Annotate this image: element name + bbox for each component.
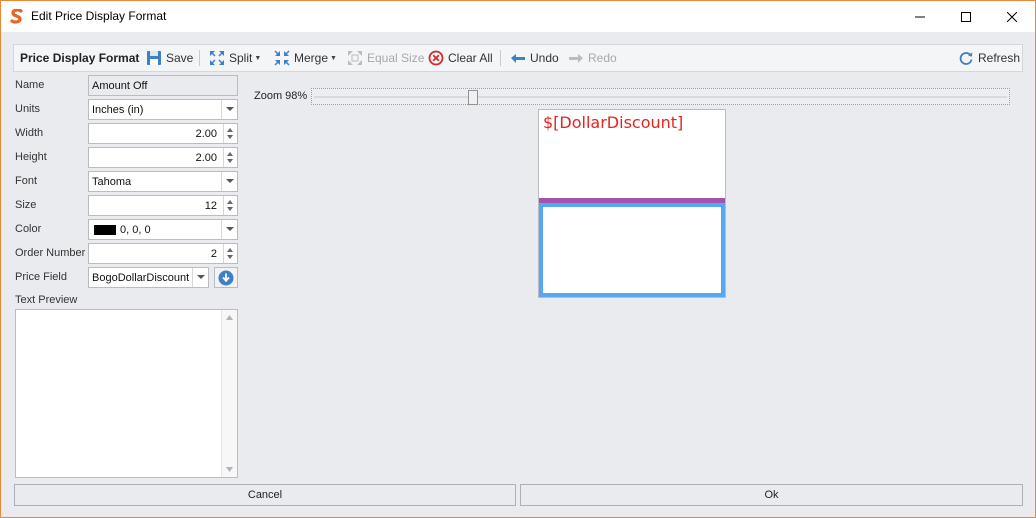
chevron-down-icon[interactable] (221, 220, 237, 239)
title-bar: Edit Price Display Format (1, 1, 1035, 32)
name-label: Name (15, 79, 45, 91)
design-canvas[interactable]: $[DollarDiscount] (538, 109, 726, 298)
close-icon (1007, 11, 1017, 22)
color-picker[interactable]: 0, 0, 0 (88, 219, 238, 240)
refresh-button[interactable]: Refresh (958, 45, 1020, 71)
text-preview-scrollbar[interactable] (221, 310, 237, 477)
split-caret-icon: ▼ (254, 54, 262, 62)
toolbar-separator (500, 50, 501, 66)
save-button[interactable]: Save (146, 45, 193, 71)
refresh-label: Refresh (978, 51, 1021, 65)
font-label: Font (15, 175, 38, 187)
text-preview-area[interactable] (15, 309, 238, 478)
maximize-icon (961, 11, 971, 22)
order-number-label: Order Number (15, 247, 86, 259)
chevron-down-icon[interactable] (221, 100, 237, 119)
price-field-value: BogoDollarDiscount (92, 272, 190, 284)
zoom-slider-thumb[interactable] (468, 90, 478, 105)
refresh-icon (959, 52, 973, 65)
canvas-selected-section[interactable] (539, 203, 725, 297)
merge-caret-icon: ▼ (330, 54, 337, 62)
merge-button[interactable]: Merge ▼ (274, 45, 337, 71)
split-icon (210, 51, 224, 65)
price-field-label: Price Field (15, 271, 67, 283)
units-value: Inches (in) (92, 104, 144, 116)
ok-button[interactable]: Ok (520, 484, 1023, 506)
save-label: Save (166, 51, 194, 65)
split-label: Split (229, 51, 253, 65)
spin-arrows-icon[interactable] (223, 148, 237, 167)
order-number-value: 2 (210, 248, 217, 260)
minimize-icon (915, 16, 925, 17)
font-dropdown[interactable]: Tahoma (88, 171, 238, 192)
toolbar-title: Price Display Format (20, 51, 140, 65)
redo-label: Redo (588, 51, 617, 65)
minimize-button[interactable] (897, 1, 943, 32)
text-preview-label: Text Preview (15, 294, 78, 306)
merge-label: Merge (294, 51, 329, 65)
clear-all-label: Clear All (448, 51, 493, 65)
size-value: 12 (204, 200, 217, 212)
chevron-down-icon[interactable] (192, 268, 208, 287)
name-field[interactable]: Amount Off (88, 75, 238, 96)
clear-all-icon (428, 50, 444, 66)
width-label: Width (15, 127, 44, 139)
split-button[interactable]: Split ▼ (209, 45, 261, 71)
size-stepper[interactable]: 12 (88, 195, 238, 216)
height-stepper[interactable]: 2.00 (88, 147, 238, 168)
zoom-label: Zoom 98% (254, 90, 308, 102)
height-label: Height (15, 151, 47, 163)
zoom-slider[interactable] (311, 88, 1010, 105)
height-value: 2.00 (195, 152, 217, 164)
cancel-button[interactable]: Cancel (14, 484, 516, 506)
redo-icon (569, 54, 583, 63)
undo-button[interactable]: Undo (510, 45, 559, 71)
width-stepper[interactable]: 2.00 (88, 123, 238, 144)
undo-icon (511, 54, 525, 63)
price-field-info-button[interactable] (214, 267, 238, 288)
clear-all-button[interactable]: Clear All (428, 45, 493, 71)
units-label: Units (15, 103, 41, 115)
app-logo-icon (10, 8, 24, 24)
width-value: 2.00 (195, 128, 217, 140)
name-value: Amount Off (92, 80, 148, 92)
spin-arrows-icon[interactable] (223, 124, 237, 143)
order-number-stepper[interactable]: 2 (88, 243, 238, 264)
window-title: Edit Price Display Format (31, 9, 167, 23)
units-dropdown[interactable]: Inches (in) (88, 99, 238, 120)
equal-size-button[interactable]: Equal Size (347, 45, 424, 71)
color-label: Color (15, 223, 42, 235)
canvas-text-element[interactable]: $[DollarDiscount] (543, 113, 683, 132)
zoom-slider-rail (314, 96, 1007, 98)
edit-price-display-format-window: Edit Price Display Format Price Display … (0, 0, 1036, 518)
toolbar: Price Display Format Save Split ▼ Merge … (13, 44, 1023, 72)
spin-arrows-icon[interactable] (223, 196, 237, 215)
equal-size-icon (348, 51, 362, 65)
scroll-down-icon[interactable] (226, 467, 233, 472)
size-label: Size (15, 199, 37, 211)
merge-icon (274, 50, 290, 66)
undo-label: Undo (530, 51, 559, 65)
color-swatch (94, 225, 116, 235)
redo-button[interactable]: Redo (568, 45, 617, 71)
spin-arrows-icon[interactable] (223, 244, 237, 263)
scroll-up-icon[interactable] (226, 315, 233, 320)
font-value: Tahoma (92, 176, 132, 188)
color-value: 0, 0, 0 (120, 224, 151, 236)
close-button[interactable] (989, 1, 1035, 32)
toolbar-separator (199, 50, 200, 66)
price-field-dropdown[interactable]: BogoDollarDiscount (88, 267, 209, 288)
chevron-down-icon[interactable] (221, 172, 237, 191)
equal-size-label: Equal Size (367, 51, 425, 65)
save-icon (147, 51, 161, 65)
download-info-icon (218, 270, 234, 285)
maximize-button[interactable] (943, 1, 989, 32)
